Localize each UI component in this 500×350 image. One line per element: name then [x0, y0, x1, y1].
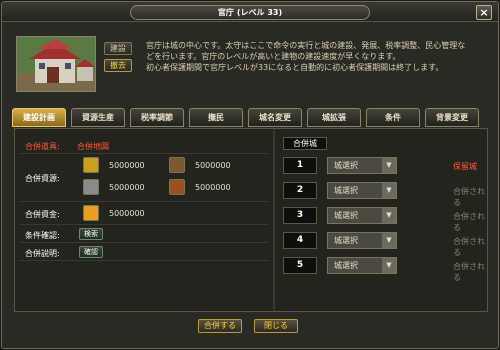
iron-value: 5000000: [195, 183, 231, 192]
castle-select-value: 城選択: [334, 161, 358, 170]
merge-slot-status: 合併される: [453, 212, 485, 232]
castle-select[interactable]: 城選択 ▼: [327, 207, 397, 224]
merge-slot-status: 合併される: [453, 262, 485, 282]
tab-tax-rate[interactable]: 税率調節: [130, 108, 184, 127]
row-separator: [19, 224, 269, 225]
merge-button[interactable]: 合併する: [198, 319, 242, 333]
tab-rename-castle[interactable]: 城名変更: [248, 108, 302, 127]
merge-explain-label: 合併説明:: [25, 249, 60, 258]
merge-tool-label: 合併道具:: [25, 142, 60, 151]
merge-tool-value: 合併地図: [77, 142, 109, 151]
merge-slot-number: 5: [283, 257, 317, 274]
building-image: [16, 36, 96, 92]
tab-bar: 建設計画 資源生産 税率調節 撫民 城名変更 城拡張 条件 背景変更: [12, 108, 488, 128]
iron-icon: [169, 179, 185, 195]
window-title-text: 官庁: [217, 8, 234, 17]
condition-check-label: 条件確認:: [25, 231, 60, 240]
merge-explain-button[interactable]: 確認: [79, 246, 103, 258]
merge-slot-number: 4: [283, 232, 317, 249]
chevron-down-icon: ▼: [382, 208, 396, 223]
merge-resource-label: 合併資源:: [25, 174, 60, 183]
build-button[interactable]: 建設: [104, 42, 132, 55]
condition-search-button[interactable]: 検索: [79, 228, 103, 240]
panel-divider: [273, 129, 275, 311]
castle-select-value: 城選択: [334, 186, 358, 195]
castle-select[interactable]: 城選択 ▼: [327, 182, 397, 199]
castle-select[interactable]: 城選択 ▼: [327, 232, 397, 249]
stone-icon: [83, 179, 99, 195]
food-icon: [83, 157, 99, 173]
merge-slot-number: 1: [283, 157, 317, 174]
merge-slot-number: 2: [283, 182, 317, 199]
description-line: 初心者保護期間で官庁レベルが33になると自動的に初心者保護期間は終了します。: [146, 63, 444, 72]
window-title: 官庁 (レベル 33): [130, 5, 370, 20]
demolish-button[interactable]: 撤去: [104, 59, 132, 72]
description-line: 官庁は城の中心です。太守はここで命令の実行と城の建設、発展、税率調整、民心管理な: [146, 41, 466, 50]
castle-select-value: 城選択: [334, 261, 358, 270]
castle-select[interactable]: 城選択 ▼: [327, 157, 397, 174]
gold-icon: [83, 205, 99, 221]
tab-expand-castle[interactable]: 城拡張: [307, 108, 361, 127]
content-panel: 合併道具: 合併地図 合併資源: 5000000 5000000 5000000…: [14, 128, 488, 312]
building-description: 官庁は城の中心です。太守はここで命令の実行と城の建設、発展、税率調整、民心管理な…: [146, 40, 486, 73]
row-separator: [19, 153, 269, 154]
chevron-down-icon: ▼: [382, 233, 396, 248]
tab-resource-production[interactable]: 資源生産: [71, 108, 125, 127]
merge-slot-number: 3: [283, 207, 317, 224]
tab-conditions[interactable]: 条件: [366, 108, 420, 127]
wood-value: 5000000: [195, 161, 231, 170]
castle-select[interactable]: 城選択 ▼: [327, 257, 397, 274]
food-value: 5000000: [109, 161, 145, 170]
chevron-down-icon: ▼: [382, 158, 396, 173]
wood-icon: [169, 157, 185, 173]
merge-slot-status: 合併される: [453, 237, 485, 257]
row-separator: [19, 201, 269, 202]
government-office-window: 官庁 (レベル 33) × 建設 撤去 官庁は城の中心です。太守はここで命令の実行…: [1, 1, 499, 349]
merge-castle-header: 合併城: [283, 137, 327, 150]
merge-slot-status: 保留城: [453, 162, 477, 171]
row-separator: [19, 242, 269, 243]
tab-background-change[interactable]: 背景変更: [425, 108, 479, 127]
merge-funds-label: 合併資金:: [25, 210, 60, 219]
stone-value: 5000000: [109, 183, 145, 192]
window-title-level: (レベル 33): [236, 8, 283, 17]
merge-funds-value: 5000000: [109, 209, 145, 218]
close-button[interactable]: 閉じる: [254, 319, 298, 333]
row-separator: [19, 260, 269, 261]
description-line: どを行います。官庁のレベルが高いと建物の建設速度が早くなります。: [146, 52, 401, 61]
title-bar: 官庁 (レベル 33) ×: [2, 2, 498, 22]
chevron-down-icon: ▼: [382, 183, 396, 198]
merge-slot-status: 合併される: [453, 187, 485, 207]
close-icon[interactable]: ×: [476, 5, 492, 20]
castle-select-value: 城選択: [334, 211, 358, 220]
chevron-down-icon: ▼: [382, 258, 396, 273]
castle-select-value: 城選択: [334, 236, 358, 245]
tab-construction-plan[interactable]: 建設計画: [12, 108, 66, 127]
tab-pacify[interactable]: 撫民: [189, 108, 243, 127]
